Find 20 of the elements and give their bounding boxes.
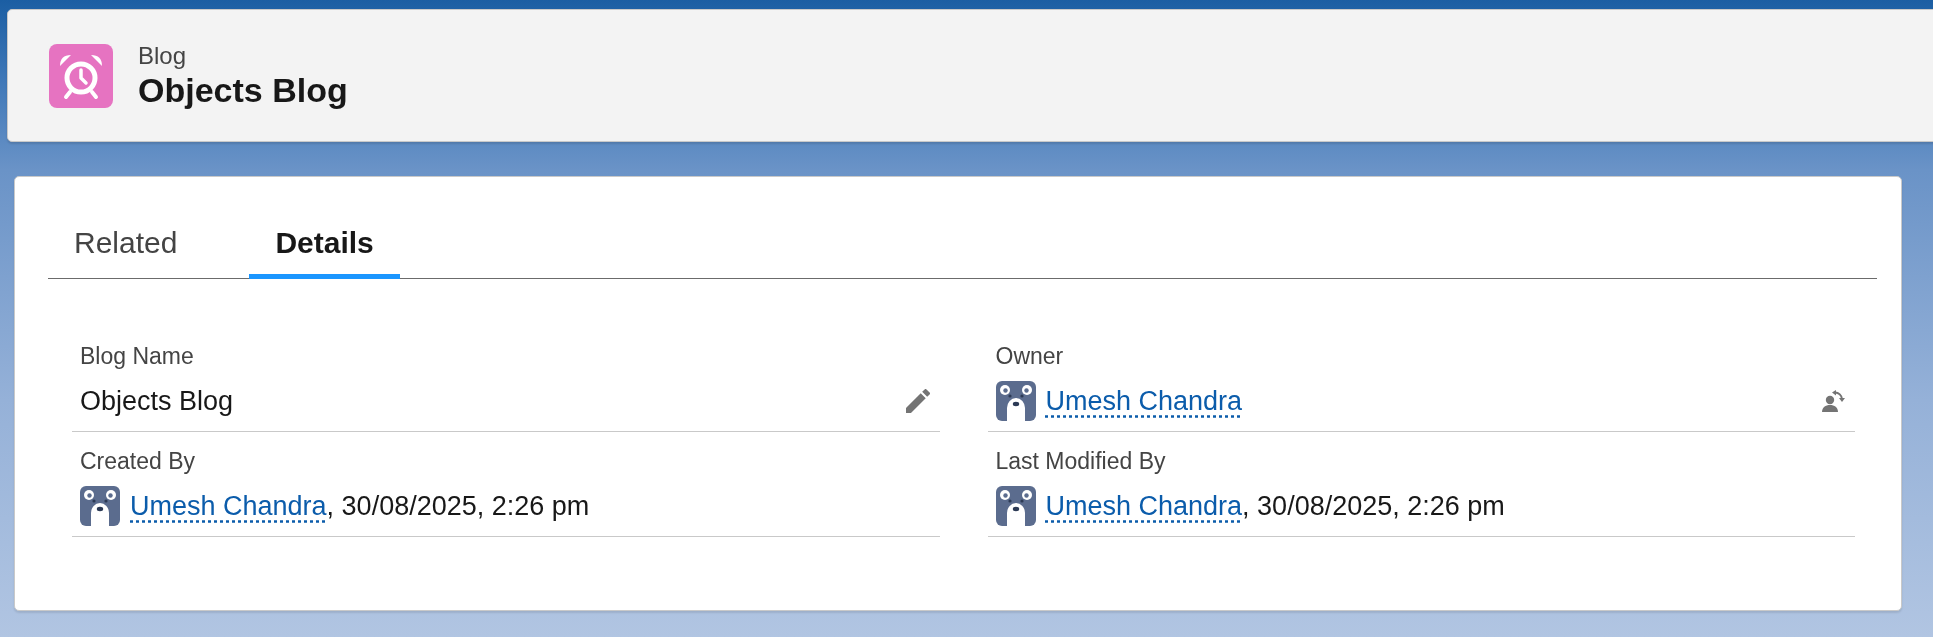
field-label: Last Modified By xyxy=(995,449,1167,473)
user-link[interactable]: Umesh Chandra xyxy=(130,490,327,522)
record-title: Objects Blog xyxy=(138,69,348,110)
timestamp-text: , 30/08/2025, 2:26 pm xyxy=(326,490,590,522)
field-label: Created By xyxy=(80,449,197,473)
pencil-icon[interactable] xyxy=(905,389,930,413)
tab[interactable]: Details xyxy=(249,222,400,279)
field-label: Owner xyxy=(995,344,1065,368)
bear-avatar-icon xyxy=(995,381,1036,421)
timestamp-text: , 30/08/2025, 2:26 pm xyxy=(1242,490,1505,522)
bear-avatar-icon xyxy=(80,486,120,526)
object-type-label: Blog xyxy=(138,41,188,70)
user-link[interactable]: Umesh Chandra xyxy=(1045,385,1243,417)
field-value: Objects Blog xyxy=(80,385,234,417)
bear-avatar-icon xyxy=(995,486,1036,526)
tab[interactable]: Related xyxy=(48,222,204,279)
person-arrow-icon[interactable] xyxy=(1821,389,1845,413)
user-link[interactable]: Umesh Chandra xyxy=(1045,490,1243,522)
field-label: Blog Name xyxy=(80,344,195,368)
alarm-clock-icon xyxy=(49,43,113,108)
